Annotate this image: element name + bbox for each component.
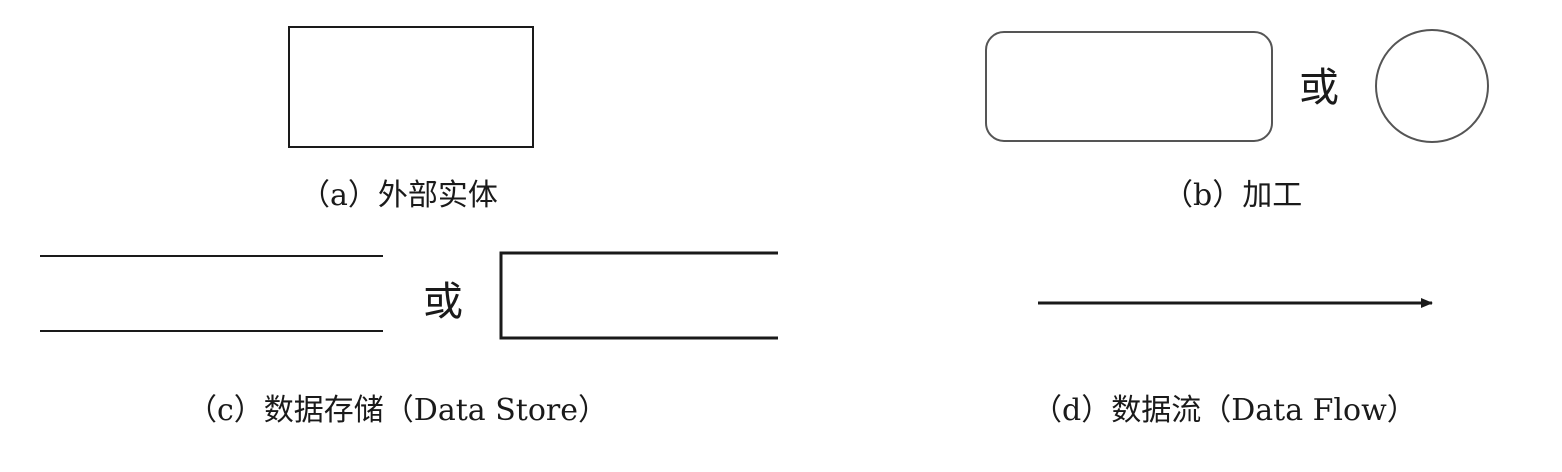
process-caption: （b）加工 bbox=[1163, 178, 1303, 213]
data-store-or-label: 或 bbox=[423, 279, 463, 325]
data-flow-caption: （d）数据流（Data Flow） bbox=[1032, 393, 1417, 428]
data-store-open-rectangle bbox=[499, 251, 778, 340]
external-entity-rectangle bbox=[288, 26, 534, 148]
data-store-caption: （c）数据存储（Data Store） bbox=[187, 393, 608, 428]
external-entity-caption: （a）外部实体 bbox=[300, 178, 498, 213]
process-rounded-rectangle bbox=[985, 31, 1273, 142]
process-circle bbox=[1375, 29, 1489, 143]
process-or-label: 或 bbox=[1299, 65, 1339, 111]
